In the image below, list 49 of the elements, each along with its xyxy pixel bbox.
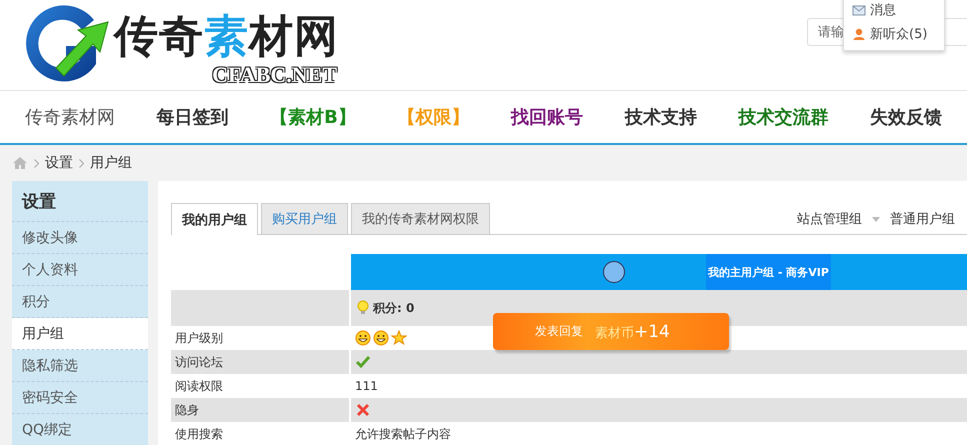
menu-item[interactable]: 新听众(5) [870,25,928,43]
lightbulb-icon [355,300,371,316]
row-label: 隐身 [175,402,199,418]
nav-link[interactable]: 传奇素材网 [24,105,115,129]
caret-icon[interactable] [872,216,880,222]
nav-link[interactable]: 技术交流群 [738,105,828,129]
sidebar-item[interactable]: 修改头像 [12,222,148,254]
row-label: 阅读权限 [175,378,223,394]
nav-link[interactable]: 每日签到 [156,105,228,129]
tab[interactable]: 我的传奇素材网权限 [351,203,490,234]
points-text: 积分: 0 [373,300,414,316]
cross-icon [355,402,371,418]
group-option[interactable]: 普通用户组 [890,210,955,228]
nav-link[interactable]: 【素材B】 [270,105,356,129]
person-icon [852,27,866,41]
value-text: 111 [355,379,378,393]
check-icon [355,354,371,370]
sidebar-item[interactable]: 用户组 [12,318,148,350]
tab[interactable]: 我的用户组 [171,203,258,235]
sidebar-item[interactable]: 隐私筛选 [12,350,148,382]
row-label: 用户级别 [175,330,223,346]
toast-action: 发表回复 [535,323,583,340]
logo-title: 传奇素材网 [114,12,339,62]
sidebar-item[interactable]: 密码安全 [12,382,148,414]
value-text: 允许搜索帖子内容 [355,426,451,442]
nav-link[interactable]: 找回账号 [511,105,584,129]
banner-title: 我的主用户组 - 商务VIP [706,254,831,290]
toast-reward: 素材币+14 [595,322,670,342]
chevron-icon [34,158,39,168]
row-label: 访问论坛 [175,354,223,370]
home-icon[interactable] [12,156,28,170]
menu-item[interactable]: 消息 [870,1,896,19]
star-icon [391,330,407,346]
row-label: 使用搜索 [175,426,223,442]
nav-link[interactable]: 技术支持 [624,105,697,129]
tab[interactable]: 购买用户组 [261,203,348,234]
smiley-icon [355,330,371,346]
envelope-icon [852,3,866,17]
breadcrumb-link[interactable]: 设置 [45,154,73,172]
logo-subtitle: CFABC.NET [212,62,337,88]
avatar-icon [603,261,625,283]
breadcrumb-link[interactable]: 用户组 [90,154,132,172]
nav-link[interactable]: 失效反馈 [870,105,942,129]
sidebar-title: 设置 [12,181,148,222]
chevron-icon [79,158,84,168]
sidebar-item[interactable]: 个人资料 [12,254,148,286]
sidebar-item[interactable]: QQ绑定 [12,414,148,445]
smiley-icon [373,330,389,346]
group-option[interactable]: 站点管理组 [797,210,862,228]
